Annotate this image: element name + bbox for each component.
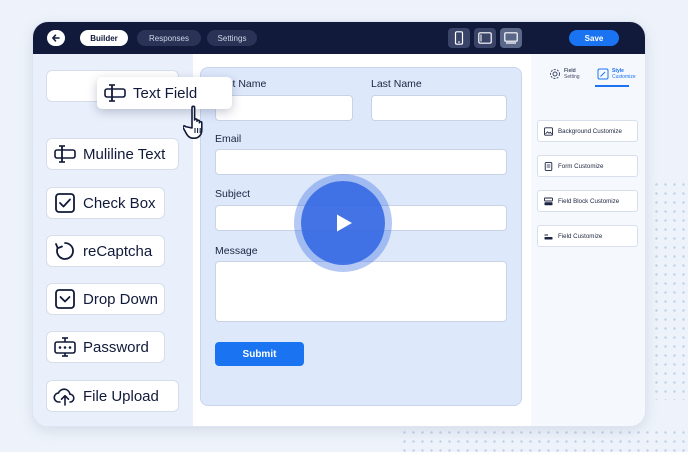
hand-pointer-icon xyxy=(183,105,203,139)
back-button[interactable] xyxy=(47,30,65,46)
tab-label-line2: Customize xyxy=(612,74,636,80)
tab-field-setting[interactable]: Field Setting xyxy=(549,64,580,84)
tab-settings[interactable]: Settings xyxy=(207,30,257,46)
file-upload-icon xyxy=(53,384,77,408)
submit-button[interactable]: Submit xyxy=(215,342,304,366)
top-bar: Builder Responses Settings Save xyxy=(33,22,645,54)
decor-dots-bottom xyxy=(400,428,688,452)
dropdown-icon xyxy=(53,287,77,311)
play-icon xyxy=(337,214,352,232)
subject-label: Subject xyxy=(215,188,251,200)
field-label: Password xyxy=(83,338,149,356)
tablet-icon xyxy=(478,32,492,44)
device-mobile-button[interactable] xyxy=(448,28,470,48)
tab-builder[interactable]: Builder xyxy=(80,30,128,46)
field-block-customize-button[interactable]: Field Block Customize xyxy=(537,190,638,212)
text-field-icon xyxy=(103,81,127,105)
field-recaptcha[interactable]: reCaptcha xyxy=(46,235,165,267)
arrow-left-icon xyxy=(52,34,60,42)
field-drop-down[interactable]: Drop Down xyxy=(46,283,165,315)
field-block-icon xyxy=(544,197,553,205)
message-textarea[interactable] xyxy=(215,261,507,322)
field-label: File Upload xyxy=(83,387,159,405)
button-label: Form Customize xyxy=(558,162,604,170)
field-palette: Muliline Text Check Box reCaptcha Drop D… xyxy=(33,54,193,426)
tab-label-line2: Setting xyxy=(564,74,580,80)
last-name-label: Last Name xyxy=(371,78,422,90)
field-check-box[interactable]: Check Box xyxy=(46,187,165,219)
drag-label: Text Field xyxy=(133,84,198,102)
image-icon xyxy=(544,126,553,136)
style-panel: Field Setting Style Customize Background… xyxy=(531,54,645,426)
first-name-input[interactable] xyxy=(215,95,353,121)
mobile-icon xyxy=(454,31,464,45)
device-tablet-button[interactable] xyxy=(474,28,496,48)
desktop-icon xyxy=(504,32,518,44)
button-label: Field Customize xyxy=(558,232,603,240)
button-label: Background Customize xyxy=(558,127,622,135)
field-file-upload[interactable]: File Upload xyxy=(46,380,179,412)
message-label: Message xyxy=(215,245,258,257)
field-password[interactable]: Password xyxy=(46,331,165,363)
device-desktop-button[interactable] xyxy=(500,28,522,48)
field-label: reCaptcha xyxy=(83,242,153,260)
password-icon xyxy=(53,335,77,359)
recaptcha-icon xyxy=(53,239,77,263)
style-customize-icon xyxy=(597,68,609,80)
form-icon xyxy=(544,161,553,171)
field-multiline-text[interactable]: Muliline Text xyxy=(46,138,179,170)
email-input[interactable] xyxy=(215,149,507,175)
field-customize-button[interactable]: Field Customize xyxy=(537,225,638,247)
gear-icon xyxy=(550,69,560,79)
save-button[interactable]: Save xyxy=(569,30,619,46)
field-icon xyxy=(544,234,553,239)
field-label: Check Box xyxy=(83,194,156,212)
multiline-text-icon xyxy=(53,142,77,166)
background-customize-button[interactable]: Background Customize xyxy=(537,120,638,142)
field-label: Muliline Text xyxy=(83,145,166,163)
tab-style-customize[interactable]: Style Customize xyxy=(597,64,636,84)
active-tab-indicator xyxy=(595,85,629,87)
field-label: Drop Down xyxy=(83,290,159,308)
last-name-input[interactable] xyxy=(371,95,507,121)
play-video-button[interactable] xyxy=(301,181,385,265)
email-label: Email xyxy=(215,133,242,145)
tab-responses[interactable]: Responses xyxy=(137,30,201,46)
checkbox-icon xyxy=(53,191,77,215)
decor-dots-right xyxy=(652,180,688,400)
form-customize-button[interactable]: Form Customize xyxy=(537,155,638,177)
button-label: Field Block Customize xyxy=(558,197,620,205)
